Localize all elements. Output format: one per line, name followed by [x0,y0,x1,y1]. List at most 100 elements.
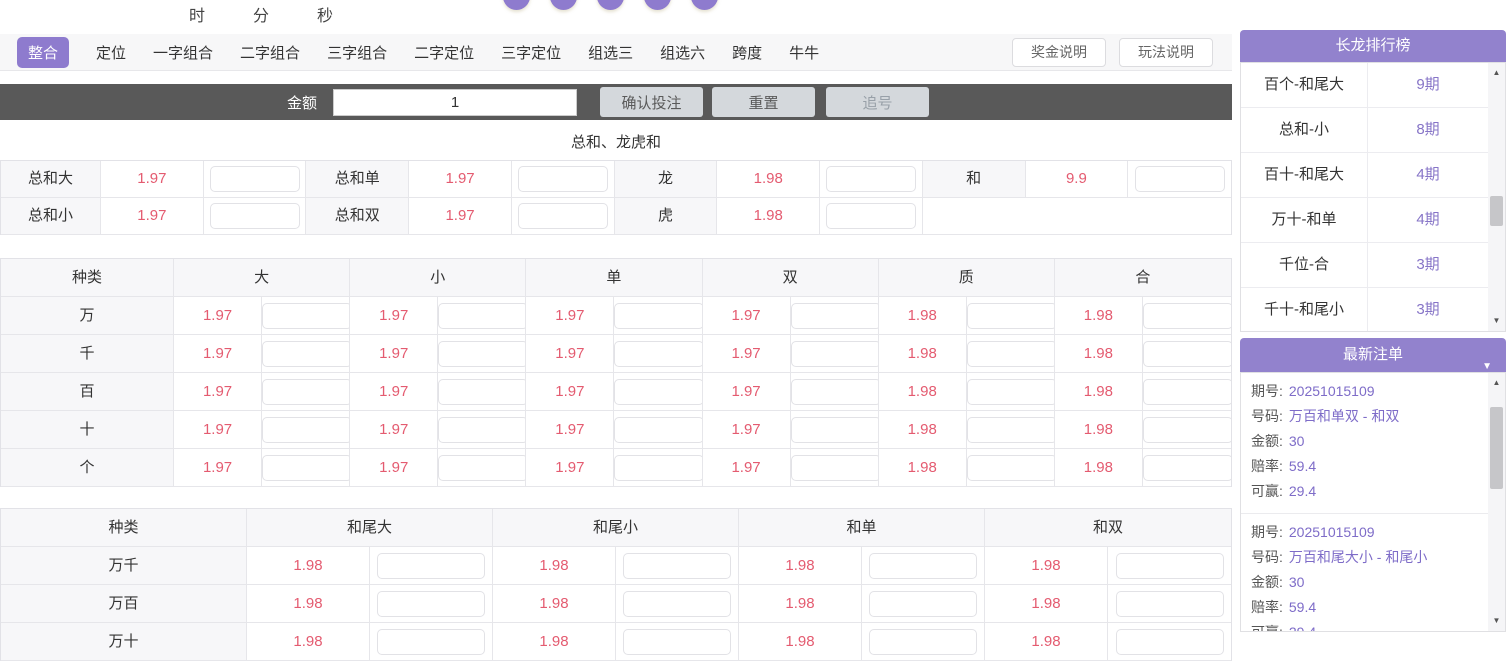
empty-cell [923,198,1231,235]
tab-8[interactable]: 组选三 [588,42,633,63]
scroll-up-arrow-icon[interactable]: ▲ [1488,375,1505,391]
bet-amount-field[interactable] [518,166,608,192]
reset-button[interactable]: 重置 [712,87,815,117]
tab-3[interactable]: 一字组合 [153,42,213,63]
rules-info-button[interactable]: 玩法说明 [1119,38,1213,67]
scroll-up-arrow-icon[interactable]: ▲ [1488,65,1505,81]
tab-1[interactable]: 整合 [17,37,69,68]
ranking-name: 千十-和尾小 [1241,288,1368,332]
odds-value: 1.97 [101,198,204,235]
bet-amount-field[interactable] [623,553,731,579]
bet-field-value: 59.4 [1289,458,1316,474]
bet-amount-field[interactable] [262,455,350,481]
bet-amount-field[interactable] [1143,379,1231,405]
bet-amount-field[interactable] [438,455,526,481]
bet-amount-field[interactable] [869,629,977,655]
bet-option-label: 总和双 [306,198,409,235]
chase-button[interactable]: 追号 [826,87,929,117]
bet-amount-field[interactable] [262,417,350,443]
bet-amount-field[interactable] [614,455,702,481]
odds-value: 1.98 [247,623,370,661]
bet-amount-field[interactable] [967,379,1055,405]
tab-5[interactable]: 三字组合 [327,42,387,63]
bet-amount-field[interactable] [210,166,300,192]
bet-amount-field[interactable] [791,303,879,329]
tab-7[interactable]: 三字定位 [501,42,561,63]
lottery-ball [550,0,577,10]
bet-amount-field[interactable] [1116,629,1224,655]
bet-amount-field[interactable] [826,166,916,192]
bet-amount-field[interactable] [826,203,916,229]
tab-2[interactable]: 定位 [96,42,126,63]
bet-amount-field[interactable] [967,455,1055,481]
bet-amount-field[interactable] [791,341,879,367]
bet-amount-field[interactable] [967,341,1055,367]
bet-amount-field[interactable] [869,553,977,579]
bet-input-cell [616,623,739,661]
confirm-bet-button[interactable]: 确认投注 [600,87,703,117]
tab-11[interactable]: 牛牛 [789,42,819,63]
row-label: 万百 [1,585,247,623]
odds-value: 1.97 [703,411,791,449]
bet-amount-field[interactable] [614,341,702,367]
odds-value: 1.98 [493,547,616,585]
bet-amount-field[interactable] [1143,417,1231,443]
tab-4[interactable]: 二字组合 [240,42,300,63]
prize-info-button[interactable]: 奖金说明 [1012,38,1106,67]
scroll-down-arrow-icon[interactable]: ▼ [1488,613,1505,629]
bet-amount-field[interactable] [438,341,526,367]
bet-amount-field[interactable] [967,303,1055,329]
odds-value: 1.97 [409,198,512,235]
bet-amount-field[interactable] [791,455,879,481]
bet-input-cell [1108,585,1231,623]
bet-amount-field[interactable] [262,341,350,367]
bet-amount-field[interactable] [1143,455,1231,481]
bet-input-cell [262,297,350,335]
tab-9[interactable]: 组选六 [660,42,705,63]
tab-6[interactable]: 二字定位 [414,42,474,63]
amount-input[interactable] [333,89,577,116]
bet-amount-field[interactable] [377,629,485,655]
scroll-down-arrow-icon[interactable]: ▼ [1488,313,1505,329]
info-buttons: 奖金说明玩法说明 [1012,38,1213,67]
bet-amount-field[interactable] [377,553,485,579]
bet-input-cell [791,297,879,335]
latest-bets-scrollbar[interactable]: ▲ ▼ [1488,373,1505,631]
bet-amount-field[interactable] [1143,341,1231,367]
bet-field-value: 20251015109 [1289,383,1375,399]
bet-amount-field[interactable] [210,203,300,229]
odds-value: 1.98 [717,198,820,235]
rankings-scrollbar[interactable]: ▲ ▼ [1488,63,1505,331]
bet-amount-field[interactable] [438,417,526,443]
scrollbar-thumb[interactable] [1490,407,1503,489]
bet-amount-field[interactable] [1135,166,1225,192]
bet-amount-field[interactable] [869,591,977,617]
bet-amount-field[interactable] [623,629,731,655]
tab-10[interactable]: 跨度 [732,42,762,63]
scrollbar-thumb[interactable] [1490,196,1503,226]
bet-amount-field[interactable] [1116,591,1224,617]
bet-amount-field[interactable] [377,591,485,617]
bet-amount-field[interactable] [791,379,879,405]
bet-amount-field[interactable] [614,379,702,405]
bet-amount-field[interactable] [262,303,350,329]
bet-amount-field[interactable] [438,379,526,405]
bet-amount-field[interactable] [262,379,350,405]
bet-amount-field[interactable] [438,303,526,329]
bet-field-label: 号码: [1251,408,1283,424]
bet-amount-field[interactable] [1116,553,1224,579]
bet-field-value: 20251015109 [1289,524,1375,540]
bet-input-cell [262,449,350,487]
bet-amount-field[interactable] [614,303,702,329]
bet-amount-field[interactable] [518,203,608,229]
bet-amount-field[interactable] [791,417,879,443]
column-header: 和双 [985,509,1231,547]
bet-input-cell [512,198,615,235]
bet-amount-field[interactable] [1143,303,1231,329]
bet-amount-field[interactable] [614,417,702,443]
table-row: 十1.971.971.971.971.981.98 [1,411,1231,449]
bet-amount-field[interactable] [967,417,1055,443]
bet-amount-field[interactable] [623,591,731,617]
rankings-header: 长龙排行榜 [1240,30,1506,62]
rankings-title: 长龙排行榜 [1335,37,1410,54]
